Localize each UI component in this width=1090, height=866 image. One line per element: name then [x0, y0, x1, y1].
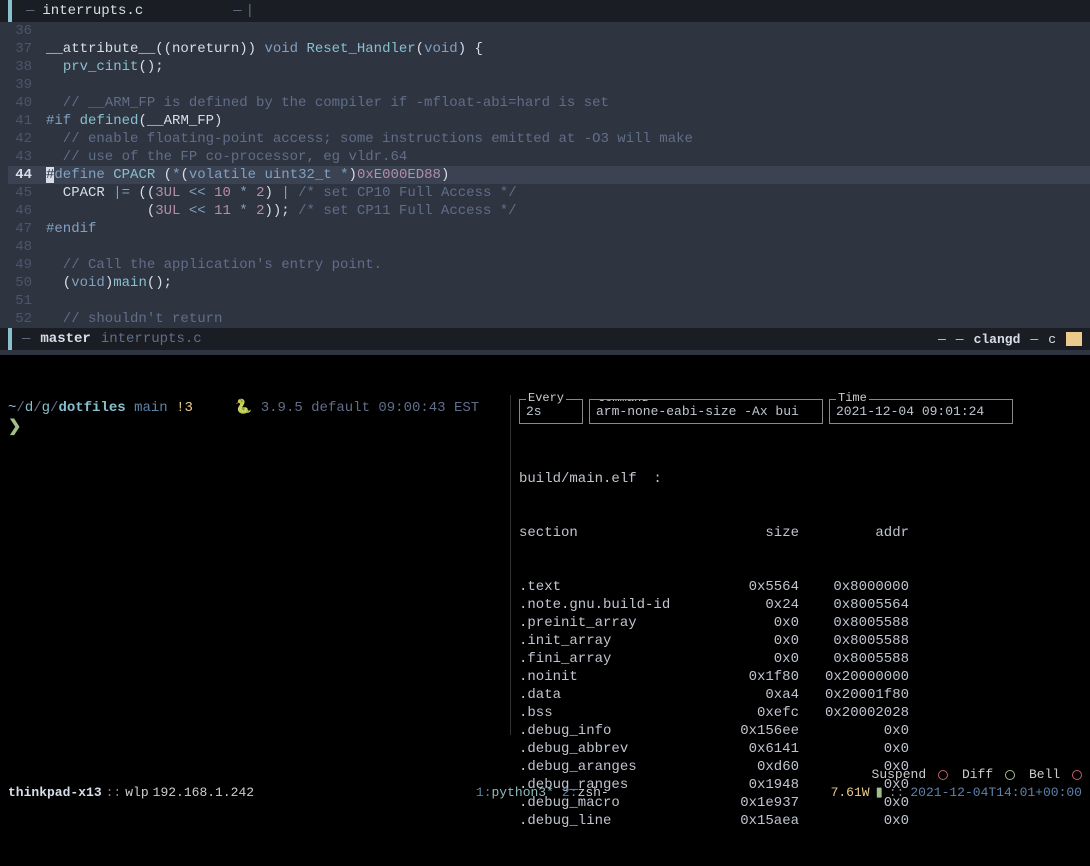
shell-pane[interactable]: ~/d/g/dotfiles main !3 🐍 3.9.5 default 0…: [0, 395, 510, 735]
code-line[interactable]: 37__attribute__((noreturn)) void Reset_H…: [8, 40, 1090, 58]
watch-row: .debug_abbrev0x61410x0: [519, 740, 1082, 758]
tmux-window-2[interactable]: 2:zsh-: [562, 785, 609, 800]
code-line[interactable]: 52 // shouldn't return: [8, 310, 1090, 328]
tmux-datetime: 2021-12-04T14:01+00:00: [910, 785, 1082, 800]
code-line[interactable]: 44#define CPACR (*(volatile uint32_t *)0…: [8, 166, 1090, 184]
tab-active-marker: [8, 0, 12, 22]
watch-header: Every 2s Command arm-none-eabi-size -Ax …: [519, 399, 1082, 424]
tmux-hostname: thinkpad-x13: [8, 785, 102, 800]
code-area[interactable]: 3637__attribute__((noreturn)) void Reset…: [0, 22, 1090, 328]
editor-status-bar: — master interrupts.c — — clangd — c: [0, 328, 1090, 350]
tmux-iface: wlp: [125, 785, 148, 800]
tmux-ip: 192.168.1.242: [153, 785, 254, 800]
code-line[interactable]: 48: [8, 238, 1090, 256]
lsp-name: clangd: [974, 332, 1021, 347]
battery-icon: ▮: [876, 785, 883, 800]
watch-time-box: Time 2021-12-04 09:01:24: [829, 399, 1013, 424]
watch-row: .debug_line0x15aea0x0: [519, 812, 1082, 830]
watch-row: .init_array0x00x8005588: [519, 632, 1082, 650]
status-mode-marker: [8, 328, 12, 350]
circle-icon: [938, 770, 948, 780]
code-line[interactable]: 41#if defined(__ARM_FP): [8, 112, 1090, 130]
watch-row: .bss0xefc0x20002028: [519, 704, 1082, 722]
footer-suspend: Suspend: [872, 767, 948, 782]
tab-dash: —: [26, 3, 34, 19]
snake-icon: 🐍: [235, 400, 252, 416]
watch-row: .note.gnu.build-id0x240x8005564: [519, 596, 1082, 614]
tmux-window-1[interactable]: 1:python3*: [476, 785, 554, 800]
code-line[interactable]: 42 // enable floating-point access; some…: [8, 130, 1090, 148]
code-line[interactable]: 38 prv_cinit();: [8, 58, 1090, 76]
code-line[interactable]: 49 // Call the application's entry point…: [8, 256, 1090, 274]
prompt-char: ❯: [8, 416, 502, 436]
git-branch: master: [40, 331, 90, 347]
code-line[interactable]: 45 CPACR |= ((3UL << 10 * 2) | /* set CP…: [8, 184, 1090, 202]
watch-every-box: Every 2s: [519, 399, 583, 424]
footer-bell: Bell: [1029, 767, 1082, 782]
circle-icon: [1072, 770, 1082, 780]
watch-row: .noinit0x1f800x20000000: [519, 668, 1082, 686]
tab-bar: — interrupts.c — |: [0, 0, 1090, 22]
watch-row: .data0xa40x20001f80: [519, 686, 1082, 704]
code-line[interactable]: 40 // __ARM_FP is defined by the compile…: [8, 94, 1090, 112]
status-filename: interrupts.c: [101, 331, 202, 347]
code-line[interactable]: 46 (3UL << 11 * 2)); /* set CP11 Full Ac…: [8, 202, 1090, 220]
watch-row: .text0x55640x8000000: [519, 578, 1082, 596]
tab-filename: interrupts.c: [42, 3, 143, 19]
terminal-area: ~/d/g/dotfiles main !3 🐍 3.9.5 default 0…: [0, 355, 1090, 735]
shell-prompt: ~/d/g/dotfiles main !3 🐍 3.9.5 default 0…: [8, 399, 502, 416]
watch-pane[interactable]: Every 2s Command arm-none-eabi-size -Ax …: [510, 395, 1090, 735]
code-line[interactable]: 39: [8, 76, 1090, 94]
status-end-block: [1066, 332, 1082, 346]
watch-row: .preinit_array0x00x8005588: [519, 614, 1082, 632]
code-line[interactable]: 47#endif: [8, 220, 1090, 238]
filetype: c: [1048, 332, 1056, 347]
tab-interrupts[interactable]: — interrupts.c: [16, 3, 153, 19]
footer-diff: Diff: [962, 767, 1015, 782]
code-line[interactable]: 43 // use of the FP co-processor, eg vld…: [8, 148, 1090, 166]
tmux-power: 7.61W: [831, 785, 870, 800]
watch-footer: Suspend Diff Bell: [872, 767, 1082, 782]
watch-command-box: Command arm-none-eabi-size -Ax bui: [589, 399, 823, 424]
tab-end-dash: —: [233, 3, 241, 19]
code-line[interactable]: 50 (void)main();: [8, 274, 1090, 292]
watch-row: .fini_array0x00x8005588: [519, 650, 1082, 668]
code-line[interactable]: 51: [8, 292, 1090, 310]
editor-pane: — interrupts.c — | 3637__attribute__((no…: [0, 0, 1090, 355]
watch-row: .debug_info0x156ee0x0: [519, 722, 1082, 740]
code-line[interactable]: 36: [8, 22, 1090, 40]
tmux-status-bar: thinkpad-x13 :: wlp 192.168.1.242 1:pyth…: [0, 782, 1090, 802]
circle-icon: [1005, 770, 1015, 780]
